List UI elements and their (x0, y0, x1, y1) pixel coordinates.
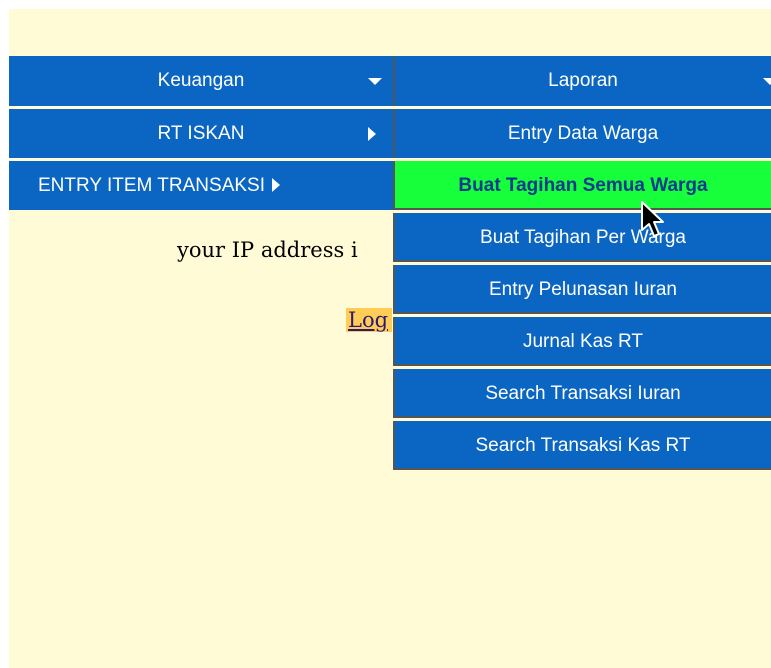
submenu-item-label: Jurnal Kas RT (522, 331, 644, 352)
caret-down-icon (763, 78, 771, 85)
caret-down-icon (368, 78, 382, 85)
submenu-buat-tagihan-semua-warga[interactable]: Buat Tagihan Semua Warga (393, 161, 771, 210)
ip-address-text: your IP address i (177, 238, 358, 262)
menu-laporan-label: Laporan (548, 70, 618, 91)
menu-entry-item-label: ENTRY ITEM TRANSAKSI (38, 175, 265, 196)
menu-laporan[interactable]: Laporan (393, 56, 771, 106)
submenu-item-label: Entry Data Warga (507, 123, 659, 144)
submenu-search-transaksi-iuran[interactable]: Search Transaksi Iuran (393, 369, 771, 418)
main-menu: Keuangan RT ISKAN ENTRY ITEM TRANSAKSI (9, 56, 393, 213)
menu-rt-iskan-label: RT ISKAN (157, 123, 245, 144)
submenu-entry-data-warga[interactable]: Entry Data Warga (393, 109, 771, 158)
menu-entry-item-transaksi[interactable]: ENTRY ITEM TRANSAKSI (9, 161, 393, 210)
submenu-buat-tagihan-per-warga[interactable]: Buat Tagihan Per Warga (393, 213, 771, 262)
submenu-item-label: Search Transaksi Iuran (485, 383, 681, 404)
caret-right-icon (272, 178, 280, 192)
menu-keuangan[interactable]: Keuangan (9, 56, 393, 106)
submenu-jurnal-kas-rt[interactable]: Jurnal Kas RT (393, 317, 771, 366)
submenu-item-label: Entry Pelunasan Iuran (488, 279, 677, 300)
submenu-entry-pelunasan-iuran[interactable]: Entry Pelunasan Iuran (393, 265, 771, 314)
logout-link[interactable]: Log (346, 308, 393, 332)
submenu-item-label: Search Transaksi Kas RT (475, 435, 691, 456)
laporan-menu: Laporan Entry Data Warga Buat Tagihan Se… (393, 56, 771, 473)
caret-right-icon (368, 127, 376, 141)
menu-keuangan-label: Keuangan (157, 70, 245, 91)
submenu-item-label: Buat Tagihan Semua Warga (458, 175, 708, 196)
page-background: your IP address i Log Keuangan RT ISKAN … (9, 9, 771, 668)
mouse-pointer-icon (641, 201, 664, 237)
menu-rt-iskan[interactable]: RT ISKAN (9, 109, 393, 158)
submenu-search-transaksi-kas-rt[interactable]: Search Transaksi Kas RT (393, 421, 771, 470)
